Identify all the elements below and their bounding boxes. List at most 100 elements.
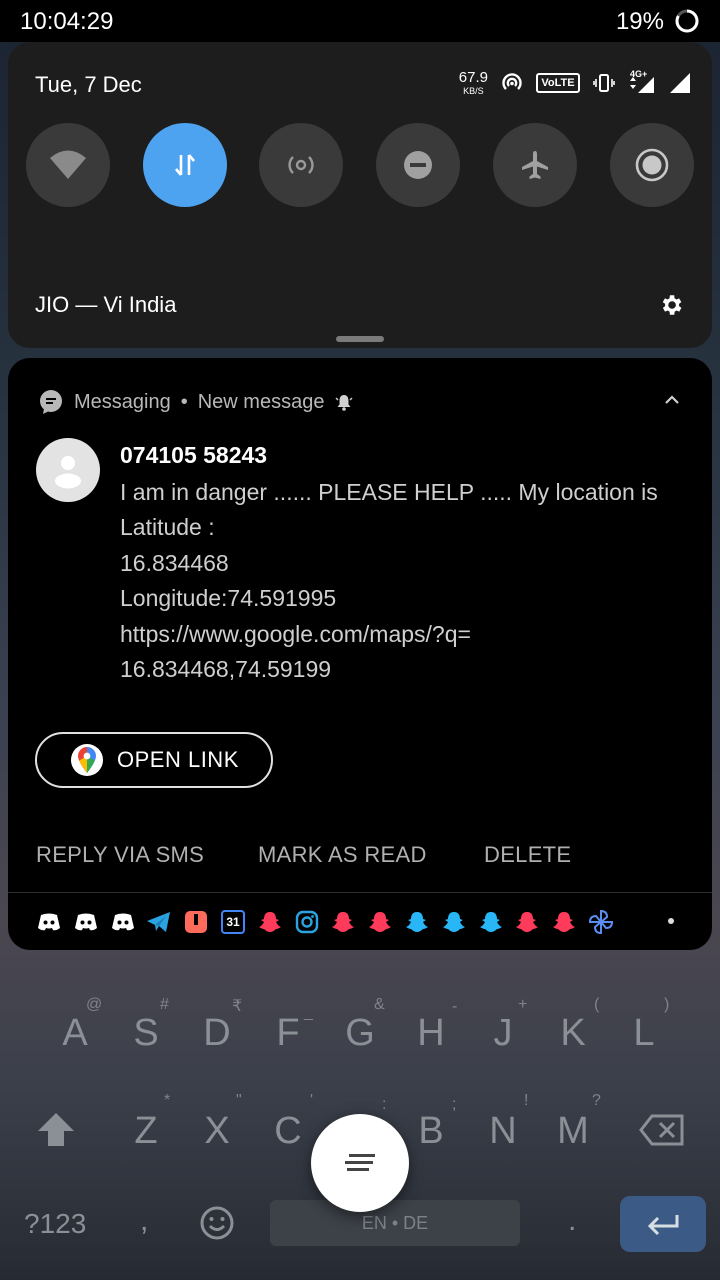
- reply-via-sms-button[interactable]: REPLY VIA SMS: [36, 842, 204, 868]
- volte-badge-icon: VoLTE: [536, 73, 580, 93]
- comma-key[interactable]: ,: [140, 1204, 148, 1238]
- lines-icon: [345, 1154, 375, 1171]
- key-j[interactable]: J: [475, 1012, 531, 1055]
- enter-arrow-icon: [647, 1215, 679, 1236]
- network-type-badge: 4G+: [628, 69, 656, 95]
- panel-drag-handle[interactable]: [336, 336, 384, 342]
- snapchat-icon: [514, 909, 540, 935]
- wifi-icon: [50, 150, 86, 179]
- battery-percent: 19%: [615, 8, 664, 35]
- message-body: I am in danger ...... PLEASE HELP ..... …: [120, 475, 700, 687]
- message-notification[interactable]: Messaging • New message 074105 58243 I a…: [8, 358, 712, 950]
- header-separator: •: [180, 390, 188, 413]
- key-h[interactable]: H: [403, 1012, 459, 1055]
- key-z[interactable]: Z: [118, 1110, 174, 1153]
- settings-gear-icon[interactable]: [658, 292, 684, 318]
- clock: 10:04:29: [20, 8, 114, 35]
- delete-button[interactable]: DELETE: [484, 842, 571, 868]
- hotspot-status-icon: [502, 73, 522, 90]
- key-x[interactable]: X: [189, 1110, 245, 1153]
- notification-category: New message: [197, 390, 325, 413]
- app-name: Messaging: [74, 390, 171, 413]
- messaging-app-icon: [40, 390, 62, 414]
- tile-mobile-data[interactable]: [143, 123, 227, 207]
- key-l[interactable]: L: [616, 1012, 672, 1055]
- key-a[interactable]: A: [47, 1012, 103, 1055]
- network-speed: 67.9 KB/S: [458, 69, 488, 96]
- hotspot-icon: [288, 156, 314, 174]
- snapchat-icon: [404, 909, 430, 935]
- message-line: https://www.google.com/maps/?q=: [120, 620, 471, 647]
- sender-number: 074105 58243: [120, 442, 268, 468]
- discord-icon: [36, 909, 62, 935]
- snapchat-icon: [551, 909, 577, 935]
- message-line: 16.834468,74.59199: [120, 656, 332, 683]
- emoji-icon[interactable]: [199, 1205, 235, 1241]
- backspace-icon[interactable]: [638, 1110, 686, 1150]
- more-indicator: [668, 918, 674, 924]
- snapchat-icon: [367, 909, 393, 935]
- key-hint: *: [164, 1092, 171, 1109]
- tile-screen-record[interactable]: [610, 123, 694, 207]
- key-n[interactable]: N: [475, 1110, 531, 1153]
- notification-header: Messaging • New message: [38, 388, 354, 416]
- alert-bell-icon: [335, 395, 353, 411]
- message-line: I am in danger ...... PLEASE HELP ..... …: [120, 479, 658, 505]
- do-not-disturb-icon: [404, 151, 432, 179]
- quick-tiles: [26, 123, 694, 207]
- key-c[interactable]: C: [260, 1110, 316, 1153]
- date: Tue, 7 Dec: [35, 72, 142, 97]
- snapchat-icon: [330, 909, 356, 935]
- enter-key[interactable]: [620, 1196, 706, 1252]
- shift-icon[interactable]: [36, 1110, 76, 1150]
- key-m[interactable]: M: [545, 1110, 601, 1153]
- key-f[interactable]: F: [260, 1012, 316, 1055]
- airplane-mode-icon: [522, 151, 548, 179]
- tile-do-not-disturb[interactable]: [376, 123, 460, 207]
- key-hint: ?: [592, 1092, 601, 1109]
- signal-icon: [630, 77, 654, 93]
- screen-record-icon: [635, 148, 669, 182]
- open-link-label: OPEN LINK: [117, 747, 239, 772]
- key-hint: !: [524, 1092, 529, 1109]
- red-app-icon: [183, 909, 209, 935]
- notification-manage-button[interactable]: [311, 1114, 409, 1212]
- key-g[interactable]: G: [332, 1012, 388, 1055]
- tile-wifi[interactable]: [26, 123, 110, 207]
- calendar-icon: 31: [220, 909, 246, 935]
- google-maps-icon: [71, 744, 103, 776]
- vibrate-icon: [593, 74, 615, 92]
- open-link-button[interactable]: OPEN LINK: [35, 732, 273, 788]
- telegram-icon: [146, 909, 172, 935]
- discord-icon: [110, 909, 136, 935]
- battery-ring-icon: [675, 9, 699, 33]
- key-s[interactable]: S: [118, 1012, 174, 1055]
- key-d[interactable]: D: [189, 1012, 245, 1055]
- signal-strength-icon: [670, 73, 690, 93]
- space-bar[interactable]: EN • DE: [270, 1200, 520, 1246]
- key-k[interactable]: K: [545, 1012, 601, 1055]
- message-line: Longitude:74.591995: [120, 585, 337, 612]
- status-icons: 67.9 KB/S VoLTE 4G+: [459, 68, 692, 98]
- tile-airplane-mode[interactable]: [493, 123, 577, 207]
- key-b[interactable]: B: [403, 1110, 459, 1153]
- status-bar: 10:04:29 19%: [0, 0, 720, 42]
- snapchat-icon: [441, 909, 467, 935]
- contact-avatar: [36, 438, 100, 502]
- instagram-icon: [294, 909, 320, 935]
- mobile-data-icon: [175, 154, 195, 176]
- discord-icon: [73, 909, 99, 935]
- message-line: Latitude :: [120, 514, 215, 541]
- carrier-name: JIO — Vi India: [35, 292, 177, 317]
- mark-as-read-button[interactable]: MARK AS READ: [258, 842, 427, 868]
- numbers-key[interactable]: ?123: [24, 1208, 86, 1240]
- snapchat-icon: [478, 909, 504, 935]
- pinwheel-icon: [588, 909, 614, 935]
- message-line: 16.834468: [120, 549, 229, 576]
- person-icon: [55, 456, 81, 489]
- divider: [8, 892, 712, 893]
- key-hint: ': [310, 1092, 314, 1109]
- period-key[interactable]: .: [568, 1204, 576, 1238]
- collapse-chevron-icon[interactable]: [662, 390, 682, 410]
- tile-hotspot[interactable]: [259, 123, 343, 207]
